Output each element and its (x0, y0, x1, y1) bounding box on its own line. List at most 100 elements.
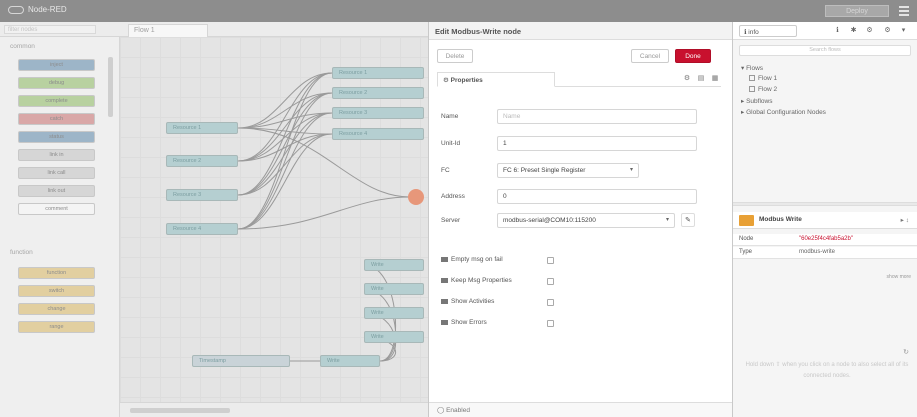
tab-flow-1[interactable]: Flow 1 (128, 24, 208, 37)
canvas-node-mid[interactable]: Write (320, 355, 380, 367)
canvas-node-write[interactable]: Write (364, 259, 424, 271)
checkbox-text: Show Errors (451, 319, 487, 326)
canvas-node-right[interactable]: Resource 2 (332, 87, 424, 99)
appearance-icon[interactable]: ▦ (711, 75, 719, 83)
server-select-value: modbus-serial@COM10:115200 (503, 217, 596, 224)
canvas-node-right[interactable]: Resource 4 (332, 128, 424, 140)
empty-msg-checkbox[interactable] (547, 257, 554, 264)
palette-node[interactable]: inject (18, 59, 95, 71)
unit-id-input[interactable]: 1 (497, 136, 697, 151)
chevron-down-icon[interactable]: ▾ (899, 26, 908, 36)
node-info-row: Node "60e25f4c4fab5a2b" (733, 234, 917, 246)
address-input[interactable]: 0 (497, 189, 697, 204)
debug-icon[interactable]: ✱ (849, 26, 858, 36)
cancel-button[interactable]: Cancel (631, 49, 669, 63)
sidebar: ℹ info ℹ ✱ ⚙ ⚙ ▾ Search flows ▾ Flows Fl… (733, 22, 917, 417)
canvas-node-left[interactable]: Resource 2 (166, 155, 238, 167)
fc-select-value: FC 6: Preset Single Register (503, 167, 586, 174)
keep-msg-properties-checkbox[interactable] (547, 278, 554, 285)
tree-subflows[interactable]: ▸ Subflows (741, 97, 772, 105)
canvas-node-partial[interactable] (408, 189, 424, 205)
canvas-node-right[interactable]: Resource 1 (332, 67, 424, 79)
canvas-node-write[interactable]: Write (364, 283, 424, 295)
fc-label: FC (441, 167, 450, 174)
tree-flow-1[interactable]: Flow 1 (749, 75, 777, 82)
flow-icon (749, 86, 755, 93)
tree-flow-2-label: Flow 2 (758, 86, 778, 93)
server-select[interactable]: modbus-serial@COM10:115200 ▾ (497, 213, 675, 228)
type-value: modbus-write (799, 249, 836, 255)
canvas-node-left[interactable]: Resource 1 (166, 122, 238, 134)
sidebar-tab-select[interactable]: ℹ info (739, 25, 797, 37)
palette-node[interactable]: link out (18, 185, 95, 197)
config-icon[interactable]: ⚙ (865, 26, 874, 36)
edit-server-pencil-icon[interactable]: ✎ (681, 213, 695, 227)
palette-node[interactable]: catch (18, 113, 95, 125)
palette-node[interactable]: debug (18, 77, 95, 89)
edit-node-dialog: Edit Modbus-Write node Delete Cancel Don… (428, 22, 733, 417)
workspace-dimmed: filter nodes Flow 1 common inject debug … (0, 22, 428, 417)
sidebar-divider[interactable] (733, 202, 917, 206)
palette-node[interactable]: link call (18, 167, 95, 179)
refresh-icon[interactable]: ↻ (903, 348, 909, 356)
tree-global-config[interactable]: ▸ Global Configuration Nodes (741, 108, 826, 116)
fc-select[interactable]: FC 6: Preset Single Register ▾ (497, 163, 639, 178)
sidebar-tab-label: info (748, 29, 759, 36)
tree-flow-1-label: Flow 1 (758, 75, 778, 82)
description-icon[interactable]: ▤ (697, 75, 705, 83)
main-menu-icon[interactable] (899, 6, 909, 16)
show-errors-checkbox[interactable] (547, 320, 554, 327)
app-name: Node-RED (28, 5, 67, 14)
chevron-down-icon: ▾ (629, 167, 633, 173)
tab-properties-label: Properties (450, 77, 483, 84)
palette-node[interactable]: function (18, 267, 95, 279)
palette-node[interactable]: link in (18, 149, 95, 161)
show-more-link[interactable]: show more (887, 274, 911, 280)
checkbox-text: Keep Msg Properties (451, 277, 512, 284)
checkbox-label-show-errors: Show Errors (441, 319, 487, 326)
tree-flow-2[interactable]: Flow 2 (749, 86, 777, 93)
sidebar-header: ℹ info ℹ ✱ ⚙ ⚙ ▾ (733, 22, 917, 40)
show-activities-checkbox[interactable] (547, 299, 554, 306)
palette-node[interactable]: complete (18, 95, 95, 107)
tree-flows[interactable]: ▾ Flows (741, 64, 763, 72)
canvas-horizontal-scrollbar[interactable] (120, 402, 428, 417)
canvas-node-left[interactable]: Resource 4 (166, 223, 238, 235)
checkbox-text: Show Activities (451, 298, 495, 305)
node-red-logo-icon (8, 5, 24, 14)
palette-filter-input[interactable]: filter nodes (4, 25, 96, 34)
delete-button[interactable]: Delete (437, 49, 473, 63)
enabled-toggle[interactable]: ◯ Enabled (437, 407, 470, 414)
flow-canvas[interactable]: Resource 1 Resource 2 Resource 3 Resourc… (120, 37, 428, 402)
canvas-node-left[interactable]: Resource 3 (166, 189, 238, 201)
node-key: Node (739, 236, 754, 242)
palette-category-function[interactable]: function (10, 249, 33, 256)
canvas-node-write[interactable]: Write (364, 307, 424, 319)
deploy-button[interactable]: Deploy (825, 5, 889, 17)
palette-node[interactable]: status (18, 131, 95, 143)
settings-icon[interactable]: ⚙ (883, 26, 892, 36)
tag-icon (441, 257, 448, 262)
palette-node[interactable]: switch (18, 285, 95, 297)
dialog-footer: ◯ Enabled (429, 402, 732, 417)
info-icon[interactable]: ℹ (833, 26, 842, 36)
palette-category-common[interactable]: common (10, 43, 35, 50)
expand-icon[interactable]: ▸ ↕ (901, 216, 909, 224)
palette-node[interactable]: change (18, 303, 95, 315)
tree-flows-label: Flows (746, 65, 764, 72)
name-input[interactable]: Name (497, 109, 697, 124)
palette-node[interactable]: comment (18, 203, 95, 215)
tab-properties[interactable]: ⚙ Properties (437, 72, 555, 87)
canvas-node-right[interactable]: Resource 3 (332, 107, 424, 119)
deploy-label: Deploy (846, 7, 868, 15)
sidebar-search-input[interactable]: Search flows (739, 45, 911, 56)
node-value[interactable]: "60e25f4c4fab5a2b" (799, 236, 853, 242)
palette-node[interactable]: range (18, 321, 95, 333)
canvas-node-inject[interactable]: Timestamp (192, 355, 290, 367)
modbus-node-icon (739, 215, 754, 226)
workspace-subbar: filter nodes Flow 1 (0, 22, 428, 37)
canvas-node-write[interactable]: Write (364, 331, 424, 343)
done-button[interactable]: Done (675, 49, 711, 63)
palette-scrollbar[interactable] (108, 57, 113, 117)
settings-gear-icon[interactable]: ⚙ (683, 75, 691, 83)
